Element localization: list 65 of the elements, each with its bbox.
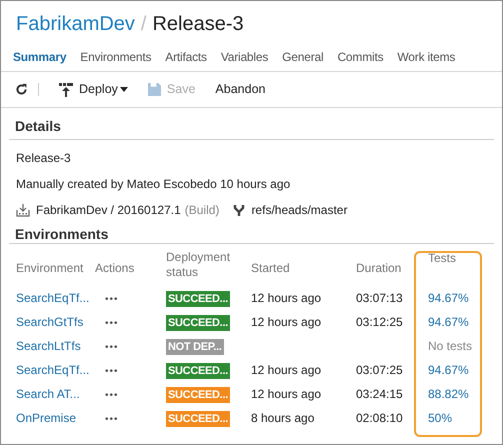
column-header: Environment bbox=[16, 244, 95, 286]
environment-link[interactable]: SearchEqTf... bbox=[16, 286, 95, 310]
breadcrumb-separator: / bbox=[140, 12, 146, 37]
status-badge: NOT DEP... bbox=[166, 339, 224, 355]
actions-menu[interactable]: ••• bbox=[105, 366, 119, 377]
status-badge: SUCCEED... bbox=[166, 315, 230, 331]
environment-link[interactable]: SearchLtTfs bbox=[16, 334, 95, 358]
started-time: 12 hours ago bbox=[251, 315, 322, 329]
environment-link[interactable]: OnPremise bbox=[16, 406, 95, 430]
tab[interactable]: Environments bbox=[80, 47, 152, 67]
status-badge: SUCCEED... bbox=[166, 291, 230, 307]
deploy-button[interactable]: Deploy bbox=[59, 80, 128, 99]
tab[interactable]: Work items bbox=[397, 47, 456, 67]
test-pass-link[interactable]: 94.67% bbox=[428, 291, 469, 305]
actions-menu[interactable]: ••• bbox=[105, 318, 119, 329]
refresh-icon bbox=[15, 83, 28, 96]
refresh-button[interactable] bbox=[15, 83, 39, 96]
started-time: 8 hours ago bbox=[251, 411, 314, 425]
tab[interactable]: Summary bbox=[13, 47, 66, 67]
release-name: Release-3 bbox=[16, 150, 72, 167]
column-header: Started bbox=[251, 260, 291, 276]
tab[interactable]: Commits bbox=[337, 47, 384, 67]
release-title: Release-3 bbox=[152, 12, 244, 37]
status-badge: SUCCEED... bbox=[166, 387, 230, 403]
column-header: Duration bbox=[356, 260, 402, 276]
actions-menu[interactable]: ••• bbox=[105, 390, 119, 401]
started-time: 12 hours ago bbox=[251, 291, 322, 305]
branch-text: refs/heads/master bbox=[251, 202, 348, 219]
environment-link[interactable]: Search AT... bbox=[16, 382, 95, 406]
branch-icon bbox=[233, 204, 246, 216]
actions-menu[interactable]: ••• bbox=[105, 294, 119, 305]
duration: 02:08:10 bbox=[356, 411, 403, 425]
environment-link[interactable]: SearchEqTf... bbox=[16, 358, 95, 382]
created-by-text: Manually created by Mateo Escobedo 10 hours ago bbox=[16, 176, 292, 193]
duration: 03:07:25 bbox=[356, 363, 403, 377]
column-header: Tests bbox=[427, 250, 458, 267]
environment-link[interactable]: SearchGtTfs bbox=[16, 310, 95, 334]
no-tests-text: No tests bbox=[428, 339, 472, 353]
actions-menu[interactable]: ••• bbox=[105, 414, 119, 425]
status-badge: SUCCEED... bbox=[166, 411, 230, 427]
tab[interactable]: Variables bbox=[220, 47, 268, 67]
duration: 03:07:13 bbox=[356, 291, 403, 305]
section-heading: Environments bbox=[15, 225, 108, 244]
actions-menu[interactable]: ••• bbox=[105, 342, 119, 353]
artifact-type: (Build) bbox=[184, 202, 220, 219]
test-pass-link[interactable]: 94.67% bbox=[428, 363, 469, 377]
test-pass-link[interactable]: 88.82% bbox=[428, 387, 469, 401]
deploy-icon bbox=[59, 82, 73, 96]
tab[interactable]: General bbox=[282, 47, 324, 67]
column-header: Actions bbox=[95, 244, 166, 286]
started-time: 12 hours ago bbox=[251, 363, 322, 377]
build-icon bbox=[16, 204, 30, 216]
duration: 03:24:15 bbox=[356, 387, 403, 401]
column-header: Deployment status bbox=[166, 249, 232, 281]
plain-button[interactable]: Abandon bbox=[215, 80, 266, 99]
test-pass-link[interactable]: 94.67% bbox=[428, 315, 469, 329]
artifact-text: FabrikamDev / 20160127.1 bbox=[36, 202, 181, 219]
project-link[interactable]: FabrikamDev bbox=[16, 9, 135, 39]
section-heading: Details bbox=[15, 117, 61, 136]
duration: 03:12:25 bbox=[356, 315, 403, 329]
status-badge: SUCCEED... bbox=[166, 363, 230, 379]
test-pass-link[interactable]: 50% bbox=[428, 411, 452, 425]
tab[interactable]: Artifacts bbox=[165, 47, 207, 67]
started-time: 12 hours ago bbox=[251, 387, 322, 401]
caret-icon bbox=[120, 87, 128, 92]
